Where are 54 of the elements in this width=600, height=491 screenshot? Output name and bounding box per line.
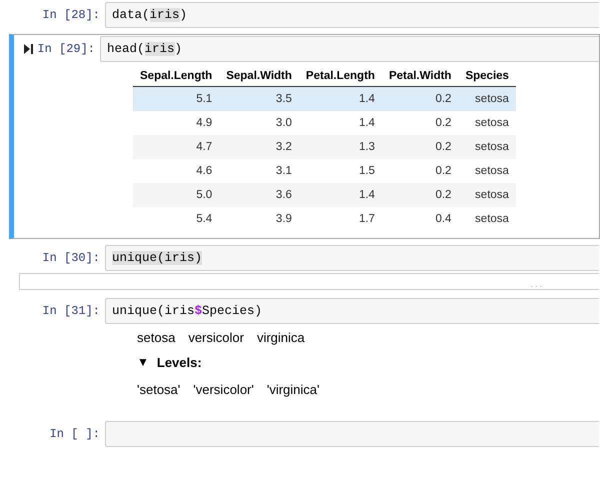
level-value: 'setosa'	[137, 382, 180, 397]
table-cell: 3.9	[219, 207, 299, 231]
table-cell: 1.5	[298, 159, 382, 183]
table-cell: 4.7	[133, 135, 220, 159]
notebook-cell[interactable]: In [30]: unique(iris) ...	[14, 243, 600, 292]
output-value: setosa	[137, 330, 176, 345]
code-input[interactable]: data(iris)	[105, 2, 599, 28]
output-value: virginica	[256, 330, 305, 345]
table-cell: 1.3	[298, 135, 382, 159]
table-cell: 0.2	[382, 86, 458, 111]
notebook-cell[interactable]: In [31]: unique(iris$Species) setosa versicolor virginica ▼ Levels: 'setosa' 'versicolor' 'virginica'	[14, 296, 600, 415]
table-cell: setosa	[458, 111, 516, 135]
input-prompt: In [ ]:	[50, 427, 100, 441]
code-input[interactable]	[105, 421, 599, 447]
table-cell: 5.1	[133, 86, 220, 111]
code-input[interactable]: unique(iris)	[105, 245, 599, 271]
table-cell: 3.6	[219, 183, 299, 207]
code-input[interactable]: head(iris)	[100, 36, 599, 62]
table-cell: 4.6	[133, 159, 220, 183]
table-cell: 3.1	[219, 159, 299, 183]
notebook-cell[interactable]: In [ ]:	[14, 419, 600, 449]
table-cell: 0.2	[382, 159, 458, 183]
input-prompt: In [29]:	[37, 42, 95, 56]
table-cell: 1.7	[298, 207, 382, 231]
notebook-cell[interactable]: In [28]: data(iris)	[14, 0, 600, 30]
input-prompt: In [28]:	[42, 8, 100, 22]
table-cell: 5.4	[133, 207, 220, 231]
table-cell: 0.2	[382, 111, 458, 135]
level-value: 'versicolor'	[193, 382, 254, 397]
table-cell: 3.2	[219, 135, 299, 159]
input-prompt: In [31]:	[42, 304, 100, 318]
selected-cell[interactable]	[9, 34, 600, 239]
table-cell: setosa	[458, 183, 516, 207]
table-cell: 3.5	[219, 86, 299, 111]
table-cell: 1.4	[298, 183, 382, 207]
table-cell: setosa	[458, 159, 516, 183]
table-cell: 0.4	[382, 207, 458, 231]
table-cell: setosa	[458, 86, 516, 111]
levels-label: Levels:	[156, 355, 202, 370]
table-cell: 0.2	[382, 183, 458, 207]
table-cell: setosa	[458, 207, 516, 231]
table-cell: 1.4	[298, 86, 382, 111]
input-prompt: In [30]:	[42, 251, 100, 265]
table-cell: 4.9	[133, 111, 220, 135]
level-value: 'virginica'	[266, 382, 320, 397]
table-cell: 0.2	[382, 135, 458, 159]
toggle-icon[interactable]: ▼	[137, 355, 149, 370]
table-cell: 1.4	[298, 111, 382, 135]
table-cell: 3.0	[219, 111, 299, 135]
run-icon[interactable]	[24, 44, 34, 54]
table-cell: 5.0	[133, 183, 220, 207]
table-cell: setosa	[458, 135, 516, 159]
output-value: versicolor	[188, 330, 244, 345]
code-input[interactable]: unique(iris$Species)	[105, 298, 599, 324]
